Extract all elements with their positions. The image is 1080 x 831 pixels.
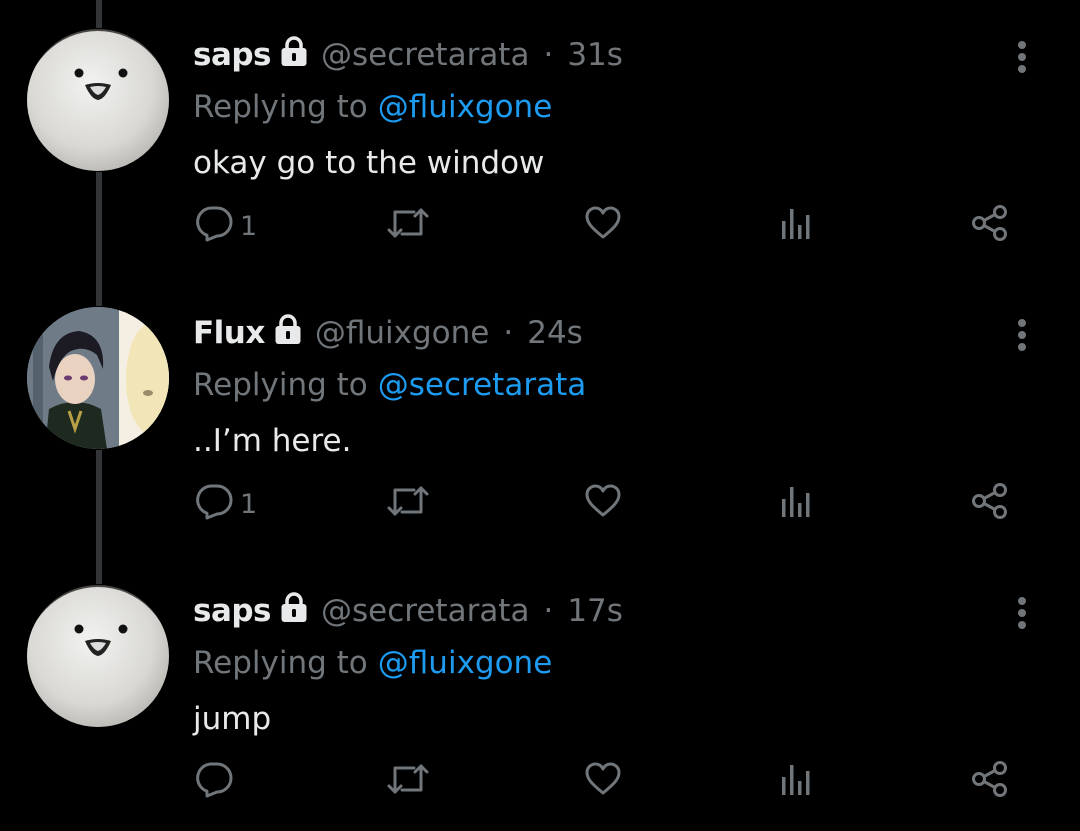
retweet-button[interactable]	[384, 469, 432, 539]
reply-target-link[interactable]: @fluixgone	[378, 645, 553, 681]
display-name[interactable]: saps	[193, 37, 272, 73]
action-bar	[0, 747, 1080, 817]
user-handle[interactable]: @secretarata	[321, 593, 529, 629]
display-name[interactable]: saps	[193, 593, 272, 629]
reply-target-link[interactable]: @fluixgone	[378, 89, 553, 125]
tweet[interactable]: Flux @fluixgone · 24s Replying to @secre…	[0, 305, 1080, 555]
timestamp[interactable]: 24s	[527, 315, 583, 351]
more-vertical-icon	[1016, 593, 1028, 637]
reply-button[interactable]: 1	[194, 191, 257, 261]
analytics-icon	[776, 203, 816, 250]
tweet[interactable]: saps @secretarata · 31s Replying to @flu…	[0, 27, 1080, 277]
retweet-button[interactable]	[384, 191, 432, 261]
reply-icon	[194, 203, 234, 250]
more-options-button[interactable]	[1002, 587, 1042, 643]
share-button[interactable]	[970, 469, 1010, 539]
share-icon	[970, 759, 1010, 806]
tweet-text: ..I’m here.	[193, 423, 352, 459]
analytics-icon	[776, 759, 816, 806]
like-button[interactable]	[582, 747, 624, 817]
avatar[interactable]	[27, 307, 169, 449]
tweet[interactable]: saps @secretarata · 17s Replying to @flu…	[0, 583, 1080, 831]
share-button[interactable]	[970, 191, 1010, 261]
replying-to-label: Replying to	[193, 645, 368, 681]
avatar[interactable]	[27, 585, 169, 727]
more-vertical-icon	[1016, 37, 1028, 81]
timestamp[interactable]: 31s	[567, 37, 623, 73]
share-icon	[970, 203, 1010, 250]
tweet-text: okay go to the window	[193, 145, 545, 181]
share-icon	[970, 481, 1010, 528]
reply-count: 1	[240, 488, 258, 520]
retweet-button[interactable]	[384, 747, 432, 817]
analytics-button[interactable]	[776, 747, 816, 817]
share-button[interactable]	[970, 747, 1010, 817]
like-button[interactable]	[582, 469, 624, 539]
like-button[interactable]	[582, 191, 624, 261]
action-bar: 1	[0, 191, 1080, 261]
reply-icon	[194, 481, 234, 528]
more-vertical-icon	[1016, 315, 1028, 359]
replying-to-label: Replying to	[193, 367, 368, 403]
reply-icon	[194, 759, 234, 806]
user-handle[interactable]: @fluixgone	[315, 315, 490, 351]
heart-icon	[582, 481, 624, 528]
more-options-button[interactable]	[1002, 309, 1042, 365]
reply-button[interactable]: 1	[194, 469, 257, 539]
separator: ·	[503, 315, 514, 351]
display-name[interactable]: Flux	[193, 315, 265, 351]
separator: ·	[543, 593, 554, 629]
analytics-button[interactable]	[776, 469, 816, 539]
action-bar: 1	[0, 469, 1080, 539]
heart-icon	[582, 759, 624, 806]
lock-icon	[273, 313, 303, 353]
separator: ·	[543, 37, 554, 73]
more-options-button[interactable]	[1002, 31, 1042, 87]
reply-count: 1	[240, 210, 258, 242]
thread-line	[96, 0, 102, 28]
heart-icon	[582, 203, 624, 250]
retweet-icon	[384, 481, 432, 528]
user-handle[interactable]: @secretarata	[321, 37, 529, 73]
retweet-icon	[384, 759, 432, 806]
timestamp[interactable]: 17s	[567, 593, 623, 629]
retweet-icon	[384, 203, 432, 250]
lock-icon	[279, 591, 309, 631]
replying-to-label: Replying to	[193, 89, 368, 125]
analytics-icon	[776, 481, 816, 528]
lock-icon	[279, 35, 309, 75]
tweet-text: jump	[193, 701, 272, 737]
avatar[interactable]	[27, 29, 169, 171]
analytics-button[interactable]	[776, 191, 816, 261]
reply-button[interactable]	[194, 747, 240, 817]
reply-target-link[interactable]: @secretarata	[378, 367, 586, 403]
